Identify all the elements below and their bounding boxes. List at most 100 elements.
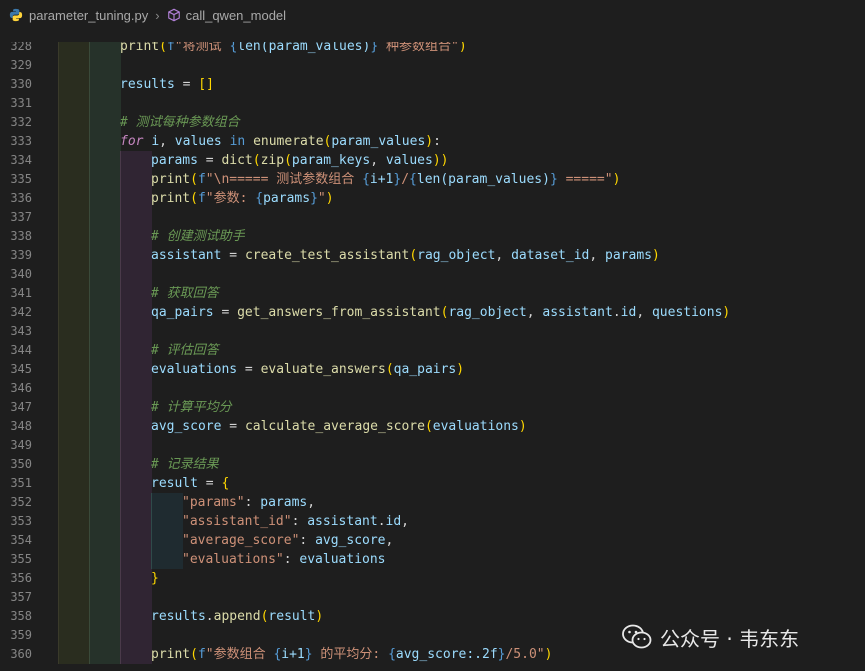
indent-guide xyxy=(89,436,121,455)
indent-guide xyxy=(89,398,121,417)
indent-guide xyxy=(58,170,90,189)
code-line[interactable]: 344 # 评估回答 xyxy=(0,341,865,360)
code-line[interactable]: 329 xyxy=(0,56,865,75)
line-number: 336 xyxy=(10,191,32,205)
indent-guide xyxy=(58,42,90,56)
code-line[interactable]: 340 xyxy=(0,265,865,284)
code-line[interactable]: 345 evaluations = evaluate_answers(qa_pai… xyxy=(0,360,865,379)
indent-guide xyxy=(58,588,90,607)
indent-guide xyxy=(120,265,152,284)
line-number: 349 xyxy=(10,438,32,452)
indent-guide xyxy=(120,417,152,436)
line-number: 344 xyxy=(10,343,32,357)
code-text: print(f"参数: {params}") xyxy=(151,191,334,206)
code-text: # 测试每种参数组合 xyxy=(120,115,240,130)
indent-guide xyxy=(58,493,90,512)
code-line[interactable]: 343 xyxy=(0,322,865,341)
cube-icon xyxy=(167,8,180,22)
line-number: 354 xyxy=(10,533,32,547)
indent-guide xyxy=(58,645,90,664)
code-line[interactable]: 331 xyxy=(0,94,865,113)
wechat-icon xyxy=(622,624,652,649)
code-line[interactable]: 333 for i, values in enumerate(param_valu… xyxy=(0,132,865,151)
indent-guide xyxy=(89,42,121,56)
indent-guide xyxy=(120,303,152,322)
code-line[interactable]: 350 # 记录结果 xyxy=(0,455,865,474)
code-line[interactable]: 352 "params": params, xyxy=(0,493,865,512)
indent-guide xyxy=(120,512,152,531)
watermark: 公众号 · 韦东东 xyxy=(622,620,799,654)
code-line[interactable]: 348 avg_score = calculate_average_score(e… xyxy=(0,417,865,436)
line-number: 347 xyxy=(10,400,32,414)
indent-guide xyxy=(58,455,90,474)
line-number: 350 xyxy=(10,457,32,471)
indent-guide xyxy=(89,550,121,569)
code-text: "evaluations": evaluations xyxy=(182,552,386,567)
indent-guide xyxy=(58,227,90,246)
code-line[interactable]: 336 print(f"参数: {params}") xyxy=(0,189,865,208)
indent-guide xyxy=(89,474,121,493)
code-line[interactable]: 356} xyxy=(0,569,865,588)
indent-guide xyxy=(120,588,152,607)
code-line[interactable]: 346 xyxy=(0,379,865,398)
indent-guide xyxy=(120,170,152,189)
indent-guide xyxy=(89,626,121,645)
code-line[interactable]: 339 assistant = create_test_assistant(rag… xyxy=(0,246,865,265)
code-line[interactable]: 334 params = dict(zip(param_keys, values)… xyxy=(0,151,865,170)
line-number: 360 xyxy=(10,647,32,661)
indent-guide xyxy=(58,151,90,170)
indent-guide xyxy=(151,493,183,512)
code-line[interactable]: 347 # 计算平均分 xyxy=(0,398,865,417)
code-line[interactable]: 353 "assistant_id": assistant.id, xyxy=(0,512,865,531)
code-line[interactable]: 338 # 创建测试助手 xyxy=(0,227,865,246)
indent-guide xyxy=(58,189,90,208)
line-number: 342 xyxy=(10,305,32,319)
indent-guide xyxy=(58,626,90,645)
line-number: 355 xyxy=(10,552,32,566)
indent-guide xyxy=(58,531,90,550)
breadcrumb-symbol[interactable]: call_qwen_model xyxy=(186,8,286,23)
code-line[interactable]: 335 print(f"\n===== 测试参数组合 {i+1}/{len(par… xyxy=(0,170,865,189)
indent-guide xyxy=(89,531,121,550)
indent-guide xyxy=(89,189,121,208)
code-line[interactable]: 354 "average_score": avg_score, xyxy=(0,531,865,550)
code-line[interactable]: 337 xyxy=(0,208,865,227)
code-editor[interactable]: 328 print(f"将测试 {len(param_values)} 种参数组合… xyxy=(0,42,865,671)
code-line[interactable]: 332 # 测试每种参数组合 xyxy=(0,113,865,132)
sticky-scroll-header[interactable]: 311 def main(): xyxy=(0,30,865,42)
code-line[interactable]: 342 qa_pairs = get_answers_from_assistant… xyxy=(0,303,865,322)
indent-guide xyxy=(89,512,121,531)
indent-guide xyxy=(89,303,121,322)
watermark-text: 公众号 · 韦东东 xyxy=(660,626,800,651)
line-number: 332 xyxy=(10,115,32,129)
indent-guide xyxy=(120,550,152,569)
indent-guide xyxy=(89,588,121,607)
line-number: 345 xyxy=(10,362,32,376)
indent-guide xyxy=(89,132,121,151)
code-line[interactable]: 351 result = { xyxy=(0,474,865,493)
line-number: 358 xyxy=(10,609,32,623)
code-text: "average_score": avg_score, xyxy=(182,533,394,548)
line-number: 329 xyxy=(10,58,32,72)
code-line[interactable]: 330 results = [] xyxy=(0,75,865,94)
indent-guide xyxy=(58,550,90,569)
indent-guide xyxy=(89,284,121,303)
code-line[interactable]: 355 "evaluations": evaluations xyxy=(0,550,865,569)
indent-guide xyxy=(89,227,121,246)
code-line[interactable]: 357 xyxy=(0,588,865,607)
indent-guide xyxy=(89,208,121,227)
indent-guide xyxy=(120,455,152,474)
breadcrumb-file[interactable]: parameter_tuning.py xyxy=(29,8,148,23)
code-line[interactable]: 328 print(f"将测试 {len(param_values)} 种参数组合… xyxy=(0,42,865,56)
indent-guide xyxy=(89,379,121,398)
indent-guide xyxy=(89,607,121,626)
indent-guide xyxy=(120,227,152,246)
code-line[interactable]: 349 xyxy=(0,436,865,455)
code-line[interactable]: 341 # 获取回答 xyxy=(0,284,865,303)
line-number: 348 xyxy=(10,419,32,433)
line-number: 357 xyxy=(10,590,32,604)
code-text: print(f"\n===== 测试参数组合 {i+1}/{len(param_… xyxy=(151,172,621,187)
indent-guide xyxy=(120,474,152,493)
code-text: for i, values in enumerate(param_values)… xyxy=(120,134,441,149)
line-number: 346 xyxy=(10,381,32,395)
